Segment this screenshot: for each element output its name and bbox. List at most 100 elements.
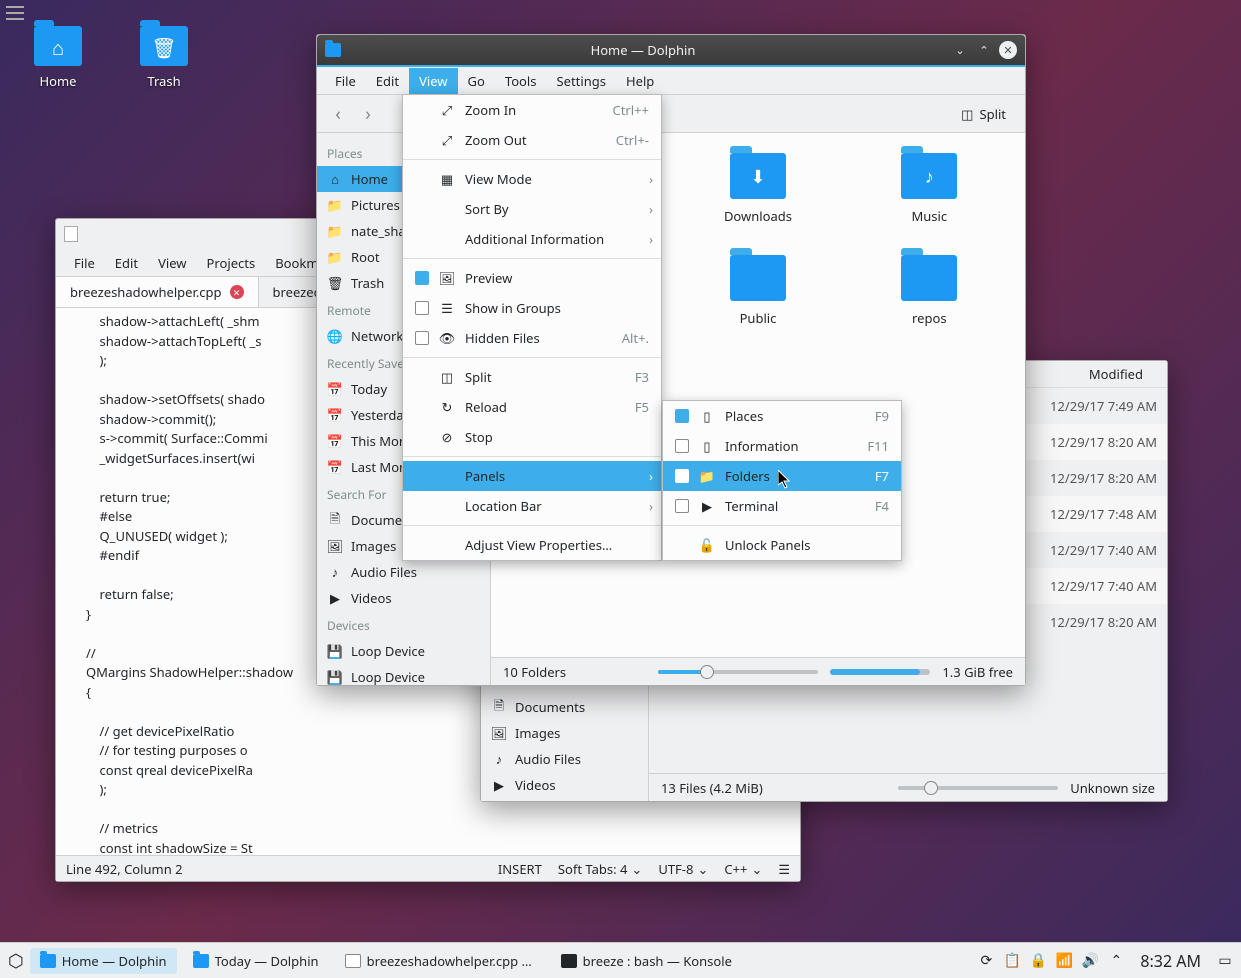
sidebar-item-videos[interactable]: ▶Videos xyxy=(481,772,648,798)
file-count: 13 Files (4.2 MiB) xyxy=(661,779,763,797)
video-icon: ▶ xyxy=(327,590,343,606)
document-icon: 🗎 xyxy=(491,699,507,715)
dolphin-statusbar: 10 Folders 1.3 GiB free xyxy=(491,657,1025,685)
lock-icon[interactable]: 🔒 xyxy=(1030,953,1046,969)
split-icon: ◫ xyxy=(961,105,973,123)
panel-information[interactable]: ▯InformationF11 xyxy=(663,431,901,461)
menu-show-groups[interactable]: ☰Show in Groups xyxy=(403,293,661,323)
zoom-in-icon: ⤢ xyxy=(439,101,455,119)
dolphin-menubar: File Edit View Go Tools Settings Help xyxy=(317,67,1025,95)
menu-settings[interactable]: Settings xyxy=(547,68,616,94)
minimize-button[interactable]: ⌄ xyxy=(951,41,969,59)
desktop-icon-trash[interactable]: 🗑 Trash xyxy=(140,26,188,90)
volume-icon[interactable]: 🔊 xyxy=(1082,953,1098,969)
back-button[interactable]: ‹ xyxy=(325,101,351,127)
folder-public[interactable]: Public xyxy=(730,255,786,327)
start-button[interactable]: ⬡ xyxy=(8,949,24,973)
clock[interactable]: 8:32 AM xyxy=(1140,950,1201,972)
calendar-icon: 📅 xyxy=(327,381,343,397)
folder-icon: 📁 xyxy=(699,467,715,485)
menu-view-mode[interactable]: ▦View Mode xyxy=(403,164,661,194)
sidebar-item-images[interactable]: 🖼Images xyxy=(481,720,648,746)
network-icon[interactable]: 📶 xyxy=(1056,953,1072,969)
task-konsole[interactable]: breeze : bash — Konsole xyxy=(551,948,742,974)
cursor-position: Line 492, Column 2 xyxy=(66,860,183,878)
close-button[interactable]: ✕ xyxy=(999,41,1017,59)
sidebar-item-loop-device[interactable]: 💾Loop Device xyxy=(317,638,490,664)
zoom-slider[interactable] xyxy=(658,670,818,674)
menu-additional-info[interactable]: Additional Information xyxy=(403,224,661,254)
menu-view[interactable]: View xyxy=(148,250,196,276)
forward-button[interactable]: › xyxy=(355,101,381,127)
clipboard-icon[interactable]: 📋 xyxy=(1004,953,1020,969)
menu-edit[interactable]: Edit xyxy=(366,68,409,94)
sidebar-item-audio[interactable]: ♪Audio Files xyxy=(481,746,648,772)
text-file-icon xyxy=(345,954,361,968)
menu-reload[interactable]: ↻ReloadF5 xyxy=(403,392,661,422)
document-icon: 🗎 xyxy=(327,512,343,528)
folder-icon xyxy=(193,954,209,968)
desktop-menu-button[interactable] xyxy=(6,6,24,20)
menu-panels[interactable]: Panels xyxy=(403,461,661,491)
column-modified[interactable]: Modified xyxy=(1089,365,1143,383)
menu-view[interactable]: View xyxy=(409,68,457,94)
sidebar-item-loop-device[interactable]: 💾Loop Device xyxy=(317,664,490,685)
menu-location-bar[interactable]: Location Bar xyxy=(403,491,661,521)
dolphin-titlebar[interactable]: Home — Dolphin ⌄ ⌃ ✕ xyxy=(317,35,1025,65)
menu-zoom-in[interactable]: ⤢Zoom InCtrl++ xyxy=(403,95,661,125)
maximize-button[interactable]: ⌃ xyxy=(975,41,993,59)
menu-file[interactable]: File xyxy=(64,250,105,276)
menu-go[interactable]: Go xyxy=(458,68,495,94)
panel-terminal[interactable]: ▶TerminalF4 xyxy=(663,491,901,521)
menu-sort-by[interactable]: Sort By xyxy=(403,194,661,224)
menu-split[interactable]: ◫SplitF3 xyxy=(403,362,661,392)
reload-icon: ↻ xyxy=(439,398,455,416)
calendar-icon: 📅 xyxy=(327,459,343,475)
music-icon: ♪ xyxy=(925,165,934,189)
menu-edit[interactable]: Edit xyxy=(105,250,148,276)
tab-breezeshadowhelper[interactable]: breezeshadowhelper.cpp ✕ xyxy=(56,277,259,307)
sidebar-item-audio[interactable]: ♪Audio Files xyxy=(317,559,490,585)
folder-music[interactable]: ♪Music xyxy=(901,153,957,225)
folder-downloads[interactable]: ⬇Downloads xyxy=(724,153,792,225)
chevron-up-icon[interactable]: ⌃ xyxy=(1108,953,1124,969)
task-kate[interactable]: breezeshadowhelper.cpp — ... xyxy=(335,948,545,974)
show-desktop-icon[interactable]: ▭ xyxy=(1217,953,1233,969)
menu-zoom-out[interactable]: ⤢Zoom OutCtrl+- xyxy=(403,125,661,155)
checkbox-icon xyxy=(675,439,689,453)
panel-unlock[interactable]: 🔓Unlock Panels xyxy=(663,530,901,560)
menu-tools[interactable]: Tools xyxy=(495,68,547,94)
menu-hidden-files[interactable]: 👁Hidden FilesAlt+. xyxy=(403,323,661,353)
disk-free: 1.3 GiB free xyxy=(942,663,1013,681)
disk-usage xyxy=(830,669,930,675)
menu-preview[interactable]: 🖼Preview xyxy=(403,263,661,293)
kate-statusbar: Line 492, Column 2 INSERT Soft Tabs: 4⌄ … xyxy=(56,855,800,881)
menu-icon[interactable]: ☰ xyxy=(778,860,790,878)
updates-icon[interactable]: ⟳ xyxy=(978,953,994,969)
zoom-slider[interactable] xyxy=(898,786,1058,790)
menu-projects[interactable]: Projects xyxy=(197,250,266,276)
panel-places[interactable]: ▯PlacesF9 xyxy=(663,401,901,431)
folder-count: 10 Folders xyxy=(503,663,566,681)
image-icon: 🖼 xyxy=(327,538,343,554)
checkbox-icon xyxy=(415,331,429,345)
sidebar-item-videos[interactable]: ▶Videos xyxy=(317,585,490,611)
home-icon: ⌂ xyxy=(52,34,64,61)
system-tray: ⟳ 📋 🔒 📶 🔊 ⌃ 8:32 AM ▭ xyxy=(978,950,1233,972)
menu-help[interactable]: Help xyxy=(616,68,664,94)
menu-adjust-view[interactable]: Adjust View Properties… xyxy=(403,530,661,560)
sidebar-item-documents[interactable]: 🗎Documents xyxy=(481,694,648,720)
encoding[interactable]: UTF-8⌄ xyxy=(658,860,708,878)
tab-mode[interactable]: Soft Tabs: 4⌄ xyxy=(558,860,642,878)
view-menu-dropdown: ⤢Zoom InCtrl++ ⤢Zoom OutCtrl+- ▦View Mod… xyxy=(402,94,662,561)
tab-close-icon[interactable]: ✕ xyxy=(230,285,244,299)
desktop-icon-home[interactable]: ⌂ Home xyxy=(34,26,82,90)
folder-repos[interactable]: repos xyxy=(901,255,957,327)
tab-label: breezeshadowhelper.cpp xyxy=(70,283,222,301)
split-button[interactable]: ◫Split xyxy=(950,100,1017,128)
language[interactable]: C++⌄ xyxy=(724,860,762,878)
task-dolphin-today[interactable]: Today — Dolphin xyxy=(183,948,329,974)
task-dolphin-home[interactable]: Home — Dolphin xyxy=(30,948,177,974)
menu-file[interactable]: File xyxy=(325,68,366,94)
menu-stop[interactable]: ⊘Stop xyxy=(403,422,661,452)
